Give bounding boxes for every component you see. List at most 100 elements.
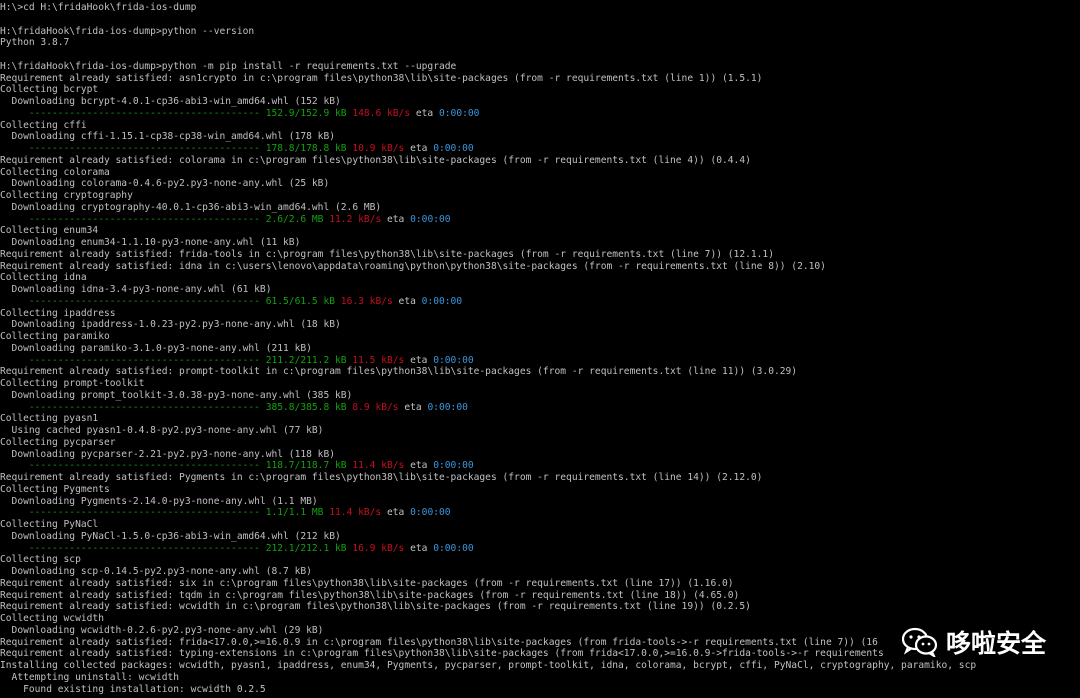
terminal-text-segment: Downloading Pygments-2.14.0-py3-none-any…	[0, 495, 318, 507]
terminal-text-segment: eta	[410, 107, 439, 119]
terminal-text-segment: 385.8/385.8 kB	[265, 401, 353, 413]
watermark: 哆啦安全	[901, 624, 1046, 660]
terminal-text-segment: ----------------------------------------	[0, 354, 266, 366]
terminal-text-segment: 0:00:00	[421, 295, 463, 307]
terminal-text-segment: Collecting pycparser	[0, 436, 116, 448]
terminal-text-segment: 0:00:00	[433, 542, 474, 554]
terminal-line: Using cached pyasn1-0.4.8-py2.py3-none-a…	[0, 425, 1080, 437]
terminal-text-segment: Collecting cryptography	[0, 190, 133, 201]
watermark-text: 哆啦安全	[945, 629, 1046, 658]
terminal-text-segment: Downloading PyNaCl-1.5.0-cp36-abi3-win_a…	[0, 530, 341, 542]
terminal-text-segment: H:\fridaHook\frida-ios-dump>python --ver…	[0, 25, 255, 37]
terminal-text-segment: 11.4 kB/s	[329, 507, 382, 519]
terminal-text-segment: 0:00:00	[433, 460, 474, 472]
terminal-text-segment: H:\>cd H:\fridaHook\frida-ios-dump	[0, 2, 197, 13]
terminal-line: Collecting idna	[0, 272, 1080, 284]
terminal-line: Requirement already satisfied: tqdm in c…	[0, 590, 1080, 602]
terminal-text-segment: 0:00:00	[410, 507, 451, 519]
terminal-line: Downloading colorama-0.4.6-py2.py3-none-…	[0, 178, 1080, 190]
terminal-text-segment: 11.2 kB/s	[329, 213, 382, 225]
terminal-text-segment: 0:00:00	[439, 107, 480, 119]
terminal-text-segment: ----------------------------------------	[0, 143, 266, 154]
terminal-text-segment: eta	[381, 213, 411, 225]
terminal-text-segment: 152.9/152.9 kB	[265, 107, 353, 119]
terminal-text-segment: Requirement already satisfied: prompt-to…	[0, 366, 798, 378]
terminal-line: ----------------------------------------…	[0, 543, 1080, 555]
terminal-text-segment: eta	[404, 143, 434, 154]
terminal-text-segment: eta	[404, 542, 434, 554]
terminal-text-segment: Downloading paramiko-3.1.0-py3-none-any.…	[0, 342, 312, 354]
terminal-text-segment: Downloading cryptography-40.0.1-cp36-abi…	[0, 201, 382, 213]
terminal-text-segment: Collecting idna	[0, 272, 87, 284]
terminal-line: Collecting enum34	[0, 225, 1080, 237]
terminal-text-segment: 2.6/2.6 MB	[265, 213, 330, 225]
terminal-line: ----------------------------------------…	[0, 143, 1080, 155]
terminal-line: Downloading bcrypt-4.0.1-cp36-abi3-win_a…	[0, 96, 1080, 108]
terminal-line: H:\fridaHook\frida-ios-dump>python -m pi…	[0, 61, 1080, 73]
terminal-text-segment: 0:00:00	[427, 401, 468, 413]
terminal-text-segment: ----------------------------------------	[0, 460, 266, 472]
terminal-text-segment: Installing collected packages: wcwidth, …	[0, 660, 977, 671]
terminal-line: Requirement already satisfied: prompt-to…	[0, 366, 1080, 378]
terminal-line: Downloading ipaddress-1.0.23-py2.py3-non…	[0, 319, 1080, 331]
terminal-line: ----------------------------------------…	[0, 296, 1080, 308]
terminal-text-segment: Downloading prompt_toolkit-3.0.38-py3-no…	[0, 389, 353, 401]
terminal-text-segment: 10.9 kB/s	[352, 143, 405, 154]
terminal-text-segment: Attempting uninstall: wcwidth	[0, 671, 180, 683]
terminal-line: Requirement already satisfied: asn1crypt…	[0, 73, 1080, 85]
terminal-text-segment: 16.9 kB/s	[352, 542, 405, 554]
terminal-line: H:\>cd H:\fridaHook\frida-ios-dump	[0, 2, 1080, 14]
terminal-text-segment: Collecting paramiko	[0, 331, 110, 342]
terminal-text-segment: 0:00:00	[410, 213, 451, 225]
terminal-text-segment: Found existing installation: wcwidth 0.2…	[0, 683, 266, 695]
terminal-text-segment: ----------------------------------------	[0, 213, 266, 225]
terminal-line: Collecting cffi	[0, 120, 1080, 132]
terminal-text-segment: 211.2/211.2 kB	[265, 354, 353, 366]
terminal-line: Downloading prompt_toolkit-3.0.38-py3-no…	[0, 390, 1080, 402]
terminal-line: Collecting paramiko	[0, 331, 1080, 343]
terminal-text-segment: H:\fridaHook\frida-ios-dump>python -m pi…	[0, 60, 457, 72]
terminal-line: Requirement already satisfied: colorama …	[0, 155, 1080, 167]
terminal-text-segment: Collecting prompt-toolkit	[0, 378, 145, 389]
terminal-line: Downloading Pygments-2.14.0-py3-none-any…	[0, 496, 1080, 508]
terminal-text-segment: Collecting enum34	[0, 225, 99, 237]
terminal-text-segment: 11.5 kB/s	[352, 354, 405, 366]
terminal-text-segment: ----------------------------------------	[0, 542, 266, 554]
terminal-line: Collecting colorama	[0, 167, 1080, 179]
terminal-text-segment: Requirement already satisfied: six in c:…	[0, 577, 734, 589]
terminal-text-segment: Downloading bcrypt-4.0.1-cp36-abi3-win_a…	[0, 96, 341, 107]
terminal-line: ----------------------------------------…	[0, 507, 1080, 519]
terminal-output[interactable]: H:\>cd H:\fridaHook\frida-ios-dump H:\fri…	[0, 2, 1080, 698]
terminal-line: Requirement already satisfied: frida-too…	[0, 249, 1080, 261]
wechat-icon	[901, 627, 938, 659]
terminal-line: Downloading pycparser-2.21-py2.py3-none-…	[0, 449, 1080, 461]
terminal-text-segment: 148.6 kB/s	[352, 107, 411, 119]
terminal-line: Collecting scp	[0, 554, 1080, 566]
terminal-line: Downloading idna-3.4-py3-none-any.whl (6…	[0, 284, 1080, 296]
terminal-text-segment: ----------------------------------------	[0, 401, 266, 413]
terminal-line: Collecting PyNaCl	[0, 519, 1080, 531]
terminal-line: ----------------------------------------…	[0, 355, 1080, 367]
terminal-text-segment: Collecting pyasn1	[0, 413, 99, 425]
terminal-text-segment: 118.7/118.7 kB	[265, 460, 353, 472]
terminal-line: ----------------------------------------…	[0, 402, 1080, 414]
terminal-text-segment: Collecting ipaddress	[0, 307, 116, 319]
terminal-line: Collecting pyasn1	[0, 413, 1080, 425]
terminal-line: Attempting uninstall: wcwidth	[0, 672, 1080, 684]
terminal-line: Downloading PyNaCl-1.5.0-cp36-abi3-win_a…	[0, 531, 1080, 543]
terminal-text-segment: Requirement already satisfied: frida-too…	[0, 248, 774, 260]
terminal-text-segment: Downloading pycparser-2.21-py2.py3-none-…	[0, 448, 336, 460]
terminal-text-segment: Collecting wcwidth	[0, 613, 104, 624]
terminal-text-segment: eta	[404, 354, 434, 366]
terminal-text-segment: 16.3 kB/s	[340, 295, 393, 307]
terminal-line: ----------------------------------------…	[0, 214, 1080, 226]
terminal-line: H:\fridaHook\frida-ios-dump>python --ver…	[0, 26, 1080, 38]
terminal-text-segment: ----------------------------------------	[0, 507, 266, 519]
terminal-line: Requirement already satisfied: idna in c…	[0, 261, 1080, 273]
terminal-text-segment: 8.9 kB/s	[352, 401, 399, 413]
terminal-text-segment: Requirement already satisfied: frida<17.…	[0, 636, 878, 648]
terminal-text-segment: 0:00:00	[433, 354, 474, 366]
terminal-text-segment: ----------------------------------------	[0, 107, 266, 119]
